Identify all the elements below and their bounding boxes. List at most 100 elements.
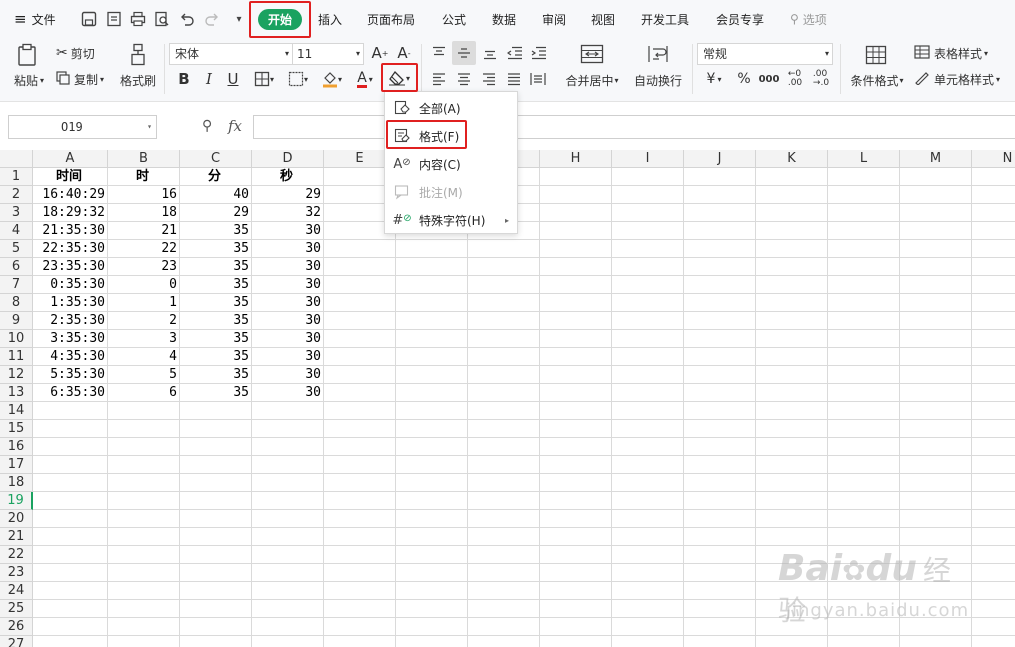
table-cell-time[interactable]: 21:35:30 (33, 222, 108, 240)
row-header-10[interactable]: 10 (0, 330, 33, 348)
row-header-1[interactable]: 1 (0, 168, 33, 186)
number-format-select[interactable]: 常规 ▾ (697, 43, 833, 65)
column-header-d[interactable]: D (252, 150, 324, 168)
align-right-icon[interactable] (479, 69, 499, 89)
table-cell-second[interactable]: 29 (252, 186, 324, 204)
tab-view[interactable]: 视图 (591, 0, 615, 38)
italic-button[interactable]: I (200, 69, 218, 89)
row-header-4[interactable]: 4 (0, 222, 33, 240)
table-cell-second[interactable]: 30 (252, 348, 324, 366)
cell-style-button[interactable]: 单元格样式 ▾ (914, 69, 1012, 89)
table-cell-hour[interactable]: 6 (108, 384, 180, 402)
tab-formulas[interactable]: 公式 (442, 0, 466, 38)
cut-button[interactable]: ✂ 剪切 (56, 43, 104, 63)
borders-icon[interactable]: ▾ (250, 69, 278, 89)
distribute-icon[interactable] (528, 69, 548, 89)
export-pdf-icon[interactable] (103, 8, 125, 30)
row-header-8[interactable]: 8 (0, 294, 33, 312)
table-cell-second[interactable]: 30 (252, 330, 324, 348)
decrease-font-icon[interactable]: A- (394, 42, 414, 64)
row-header-15[interactable]: 15 (0, 420, 33, 438)
column-header-i[interactable]: I (612, 150, 684, 168)
align-bottom-icon[interactable] (480, 43, 500, 63)
table-cell-minute[interactable]: 35 (180, 240, 252, 258)
row-header-11[interactable]: 11 (0, 348, 33, 366)
row-header-25[interactable]: 25 (0, 600, 33, 618)
header-cell-time[interactable]: 时间 (33, 168, 108, 186)
thousands-button[interactable]: 000 (758, 69, 780, 89)
table-cell-time[interactable]: 0:35:30 (33, 276, 108, 294)
paste-button[interactable]: 粘贴 ▾ (10, 71, 48, 89)
table-cell-hour[interactable]: 23 (108, 258, 180, 276)
fx-button[interactable]: fx (228, 117, 242, 135)
row-header-20[interactable]: 20 (0, 510, 33, 528)
fill-pattern-icon[interactable]: ▾ (284, 69, 312, 89)
table-cell-time[interactable]: 18:29:32 (33, 204, 108, 222)
table-cell-time[interactable]: 6:35:30 (33, 384, 108, 402)
table-cell-time[interactable]: 2:35:30 (33, 312, 108, 330)
row-header-18[interactable]: 18 (0, 474, 33, 492)
row-header-16[interactable]: 16 (0, 438, 33, 456)
options-search[interactable]: ⚲ 选项 (790, 0, 827, 38)
table-cell-hour[interactable]: 4 (108, 348, 180, 366)
underline-button[interactable]: U (224, 69, 242, 89)
row-header-22[interactable]: 22 (0, 546, 33, 564)
table-cell-hour[interactable]: 2 (108, 312, 180, 330)
format-painter-button[interactable]: 格式刷 (118, 71, 158, 89)
table-cell-minute[interactable]: 35 (180, 222, 252, 240)
select-all-corner[interactable] (0, 150, 33, 168)
table-cell-time[interactable]: 23:35:30 (33, 258, 108, 276)
clear-all-item[interactable]: 全部(A) (385, 94, 517, 122)
row-header-12[interactable]: 12 (0, 366, 33, 384)
redo-icon[interactable] (201, 8, 223, 30)
table-cell-time[interactable]: 4:35:30 (33, 348, 108, 366)
row-header-3[interactable]: 3 (0, 204, 33, 222)
table-cell-hour[interactable]: 1 (108, 294, 180, 312)
clear-contents-item[interactable]: A ⊘ 内容(C) (385, 150, 517, 178)
font-name-select[interactable]: 宋体 ▾ (169, 43, 293, 65)
conditional-format-button[interactable]: 条件格式 ▾ (846, 71, 908, 89)
table-cell-second[interactable]: 30 (252, 258, 324, 276)
file-menu[interactable]: ≡ 文件 (14, 0, 64, 38)
align-top-icon[interactable] (429, 43, 449, 63)
column-header-h[interactable]: H (540, 150, 612, 168)
undo-icon[interactable] (176, 8, 198, 30)
tab-developer[interactable]: 开发工具 (641, 0, 689, 38)
table-cell-minute[interactable]: 35 (180, 330, 252, 348)
column-header-l[interactable]: L (828, 150, 900, 168)
table-cell-minute[interactable]: 29 (180, 204, 252, 222)
column-header-c[interactable]: C (180, 150, 252, 168)
tab-page-layout[interactable]: 页面布局 (367, 0, 415, 38)
table-cell-second[interactable]: 30 (252, 240, 324, 258)
increase-indent-icon[interactable] (529, 43, 549, 63)
row-header-27[interactable]: 27 (0, 636, 33, 647)
currency-button[interactable]: ¥ ▾ (700, 69, 728, 89)
decrease-decimal-icon[interactable]: .00 →.0 (810, 69, 832, 89)
column-header-b[interactable]: B (108, 150, 180, 168)
table-cell-second[interactable]: 32 (252, 204, 324, 222)
tab-review[interactable]: 审阅 (542, 0, 566, 38)
table-cell-hour[interactable]: 16 (108, 186, 180, 204)
align-middle-icon[interactable] (452, 41, 476, 65)
table-cell-second[interactable]: 30 (252, 222, 324, 240)
merge-center-icon[interactable] (576, 41, 608, 67)
name-box[interactable]: O19 ▾ (8, 115, 157, 139)
column-header-k[interactable]: K (756, 150, 828, 168)
row-header-6[interactable]: 6 (0, 258, 33, 276)
zoom-icon[interactable]: ⚲ (202, 118, 212, 134)
tab-membership[interactable]: 会员专享 (716, 0, 764, 38)
table-cell-minute[interactable]: 35 (180, 384, 252, 402)
table-cell-hour[interactable]: 5 (108, 366, 180, 384)
row-header-7[interactable]: 7 (0, 276, 33, 294)
decrease-indent-icon[interactable] (505, 43, 525, 63)
print-preview-icon[interactable] (151, 8, 173, 30)
table-cell-second[interactable]: 30 (252, 384, 324, 402)
quick-access-more-icon[interactable]: ▾ (228, 8, 250, 30)
align-left-icon[interactable] (429, 69, 449, 89)
row-header-17[interactable]: 17 (0, 456, 33, 474)
table-cell-second[interactable]: 30 (252, 312, 324, 330)
percent-button[interactable]: % (734, 69, 754, 89)
table-cell-second[interactable]: 30 (252, 294, 324, 312)
table-cell-time[interactable]: 16:40:29 (33, 186, 108, 204)
wrap-text-icon[interactable] (643, 41, 673, 67)
